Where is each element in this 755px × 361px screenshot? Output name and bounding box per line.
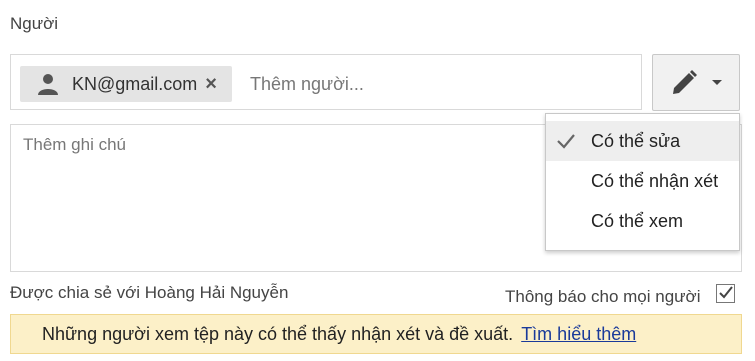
permission-dropdown-button[interactable] [652,54,740,111]
menu-item-can-comment[interactable]: Có thể nhận xét [546,161,739,201]
chip-remove-icon[interactable]: × [205,74,217,94]
info-banner: Những người xem tệp này có thể thấy nhận… [10,314,742,354]
people-input-box[interactable]: KN@gmail.com × [10,54,642,110]
menu-item-label: Có thể xem [591,210,684,231]
person-icon [38,74,58,95]
menu-item-can-edit[interactable]: Có thể sửa [546,121,739,161]
menu-item-label: Có thể nhận xét [591,170,719,191]
notify-label: Thông báo cho mọi người [505,287,701,306]
shared-with-text: Được chia sẻ với Hoàng Hải Nguyễn [10,283,289,302]
notify-checkbox[interactable] [716,284,735,303]
pencil-icon [673,69,697,94]
learn-more-link[interactable]: Tìm hiểu thêm [521,324,636,345]
person-chip[interactable]: KN@gmail.com × [20,66,232,102]
menu-item-can-view[interactable]: Có thể xem [546,201,739,241]
add-people-input[interactable] [248,69,632,99]
check-icon [557,134,575,149]
menu-item-label: Có thể sửa [591,130,681,151]
checkmark-icon [719,286,733,299]
people-section-label: Người [10,14,59,33]
caret-down-icon [712,80,722,85]
share-dialog: Người KN@gmail.com × Có thể sửa Có thể n [0,0,755,361]
chip-email-label: KN@gmail.com [72,73,198,94]
banner-text: Những người xem tệp này có thể thấy nhận… [42,323,514,344]
permission-menu: Có thể sửa Có thể nhận xét Có thể xem [545,113,740,251]
